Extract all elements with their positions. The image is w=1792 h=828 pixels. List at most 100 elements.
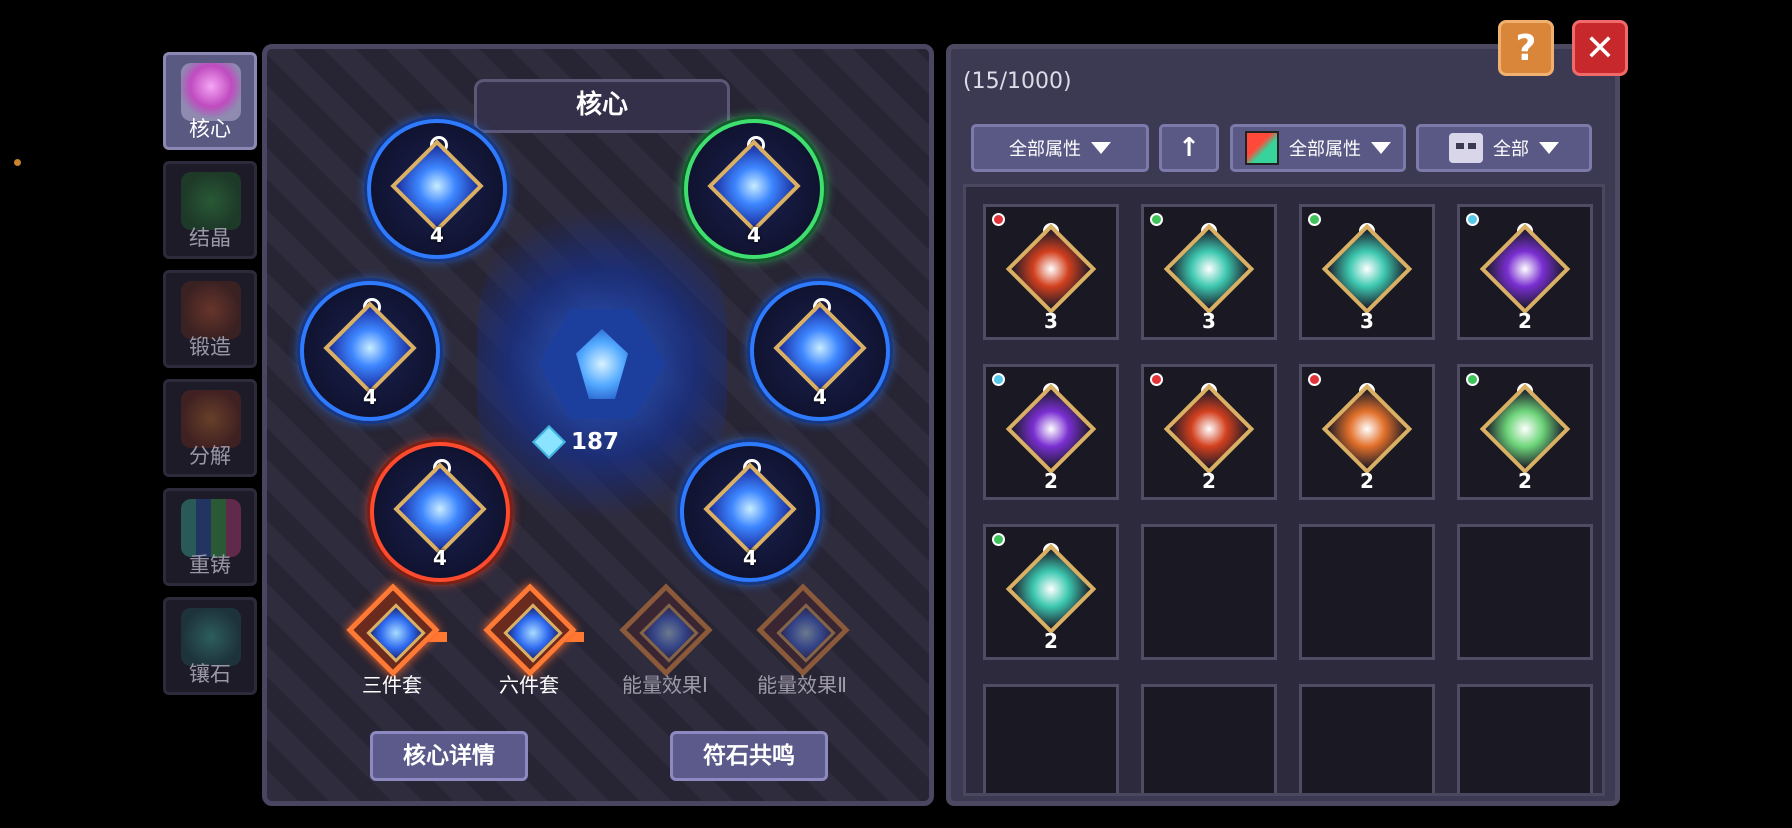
color-attribute-filter-dropdown[interactable]: 全部属性 [1230,124,1406,172]
set-label: 能量效果Ⅰ [622,673,708,697]
rune-item-count: 3 [1360,309,1374,333]
rune-item-slot[interactable]: 2 [1141,364,1277,500]
rune-gem-icon [707,139,801,233]
empty-item-slot[interactable] [1141,684,1277,793]
rune-gem-icon [1163,223,1255,315]
set-effect-six-piece[interactable]: 六件套 [474,583,584,707]
close-button[interactable]: ✕ [1572,20,1628,76]
tab-label: 重铸 [189,553,231,577]
tab-crystal[interactable]: 结晶 [163,161,257,259]
rune-gem-icon [390,139,484,233]
rune-item-slot[interactable]: 3 [1299,204,1435,340]
rune-level: 4 [430,223,444,247]
tab-label: 核心 [189,117,231,141]
set-label: 三件套 [362,673,422,697]
rune-socket-3[interactable]: 4 [300,281,440,421]
rune-resonance-button[interactable]: 符石共鸣 [670,731,828,781]
rune-level: 4 [433,546,447,570]
rune-socket-6[interactable]: 4 [680,442,820,582]
rune-item-slot[interactable]: 3 [983,204,1119,340]
tab-label: 锻造 [189,335,231,359]
rune-gem-icon [1321,223,1413,315]
help-button[interactable]: ? [1498,20,1554,76]
rune-item-slot[interactable]: 2 [1457,204,1593,340]
rune-socket-4[interactable]: 4 [750,281,890,421]
type-filter-dropdown[interactable]: 全部 [1416,124,1592,172]
tab-label: 结晶 [189,226,231,250]
rune-item-slot[interactable]: 2 [983,364,1119,500]
empty-item-slot[interactable] [1457,524,1593,660]
energy-diamond-icon [532,425,566,459]
set-effect-energy-2[interactable]: 能量效果Ⅱ [747,583,857,707]
set-effects-bar: 三件套 六件套 能量效果Ⅰ 能量效果Ⅱ [267,583,929,697]
filter-label: 全部 [1493,139,1529,160]
inventory-panel: (15/1000) 全部属性 ↑ 全部属性 全部 3 3 3 2 2 2 2 2 2 [946,44,1620,806]
nature-element-icon [1308,213,1321,226]
set-label: 能量效果Ⅱ [757,673,847,697]
rune-gem-icon [703,462,797,556]
rune-item-count: 2 [1202,469,1216,493]
rune-item-slot[interactable]: 2 [1299,364,1435,500]
empty-item-slot[interactable] [1141,524,1277,660]
rune-item-slot[interactable]: 2 [1457,364,1593,500]
nature-element-icon [1466,373,1479,386]
energy-display: 187 [532,425,620,459]
set-effect-three-piece[interactable]: 三件套 [337,583,447,707]
tab-core[interactable]: 核心 [163,52,257,150]
rune-socket-1[interactable]: 4 [367,119,507,259]
rune-item-count: 2 [1518,469,1532,493]
rune-socket-5[interactable]: 4 [370,442,510,582]
sort-order-button[interactable]: ↑ [1159,124,1219,172]
chevron-down-icon [1371,142,1391,154]
rune-item-count: 2 [1360,469,1374,493]
energy-value: 187 [571,429,620,455]
attribute-filter-dropdown[interactable]: 全部属性 [971,124,1149,172]
empty-item-slot[interactable] [1299,684,1435,793]
rune-gem-icon [1479,223,1571,315]
fire-element-icon [1308,373,1321,386]
monster-mask-icon [1449,133,1483,163]
rune-gem-icon [773,301,867,395]
rune-gem-icon [323,301,417,395]
rune-item-slot[interactable]: 2 [983,524,1119,660]
orange-dot [14,159,21,166]
rune-item-count: 3 [1044,309,1058,333]
empty-item-slot[interactable] [1299,524,1435,660]
chevron-down-icon [1091,142,1111,154]
rune-item-slot[interactable]: 3 [1141,204,1277,340]
rune-level: 4 [813,385,827,409]
rune-level: 4 [743,546,757,570]
empty-item-slot[interactable] [1457,684,1593,793]
rune-item-count: 3 [1202,309,1216,333]
tab-reforge[interactable]: 重铸 [163,488,257,586]
rune-gem-icon [393,462,487,556]
rune-gem-icon [1005,383,1097,475]
tab-dismantle[interactable]: 分解 [163,379,257,477]
nature-element-icon [992,533,1005,546]
set-label: 六件套 [499,673,559,697]
water-element-icon [992,373,1005,386]
chevron-down-icon [1539,142,1559,154]
arrow-up-icon: ↑ [1178,133,1200,163]
set-effect-energy-1[interactable]: 能量效果Ⅰ [610,583,720,707]
fire-element-icon [1150,373,1163,386]
nature-element-icon [1150,213,1163,226]
tab-label: 分解 [189,444,231,468]
inventory-count: (15/1000) [963,69,1072,94]
inventory-grid: 3 3 3 2 2 2 2 2 2 [963,184,1605,796]
tab-inlay[interactable]: 镶石 [163,597,257,695]
rune-gem-icon [1005,223,1097,315]
core-details-button[interactable]: 核心详情 [370,731,528,781]
empty-item-slot[interactable] [983,684,1119,793]
core-panel: 核心 187 4 4 4 4 4 4 三件套 六件套 能量效果Ⅰ 能量效果Ⅱ 核… [262,44,934,806]
rune-gem-icon [1163,383,1255,475]
color-swatch-icon [1245,131,1279,165]
rune-gem-icon [1321,383,1413,475]
rune-socket-2[interactable]: 4 [684,119,824,259]
rune-level: 4 [363,385,377,409]
rune-item-count: 2 [1044,629,1058,653]
core-title: 核心 [474,79,730,133]
water-element-icon [1466,213,1479,226]
filter-label: 全部属性 [1009,139,1081,160]
tab-forge[interactable]: 锻造 [163,270,257,368]
